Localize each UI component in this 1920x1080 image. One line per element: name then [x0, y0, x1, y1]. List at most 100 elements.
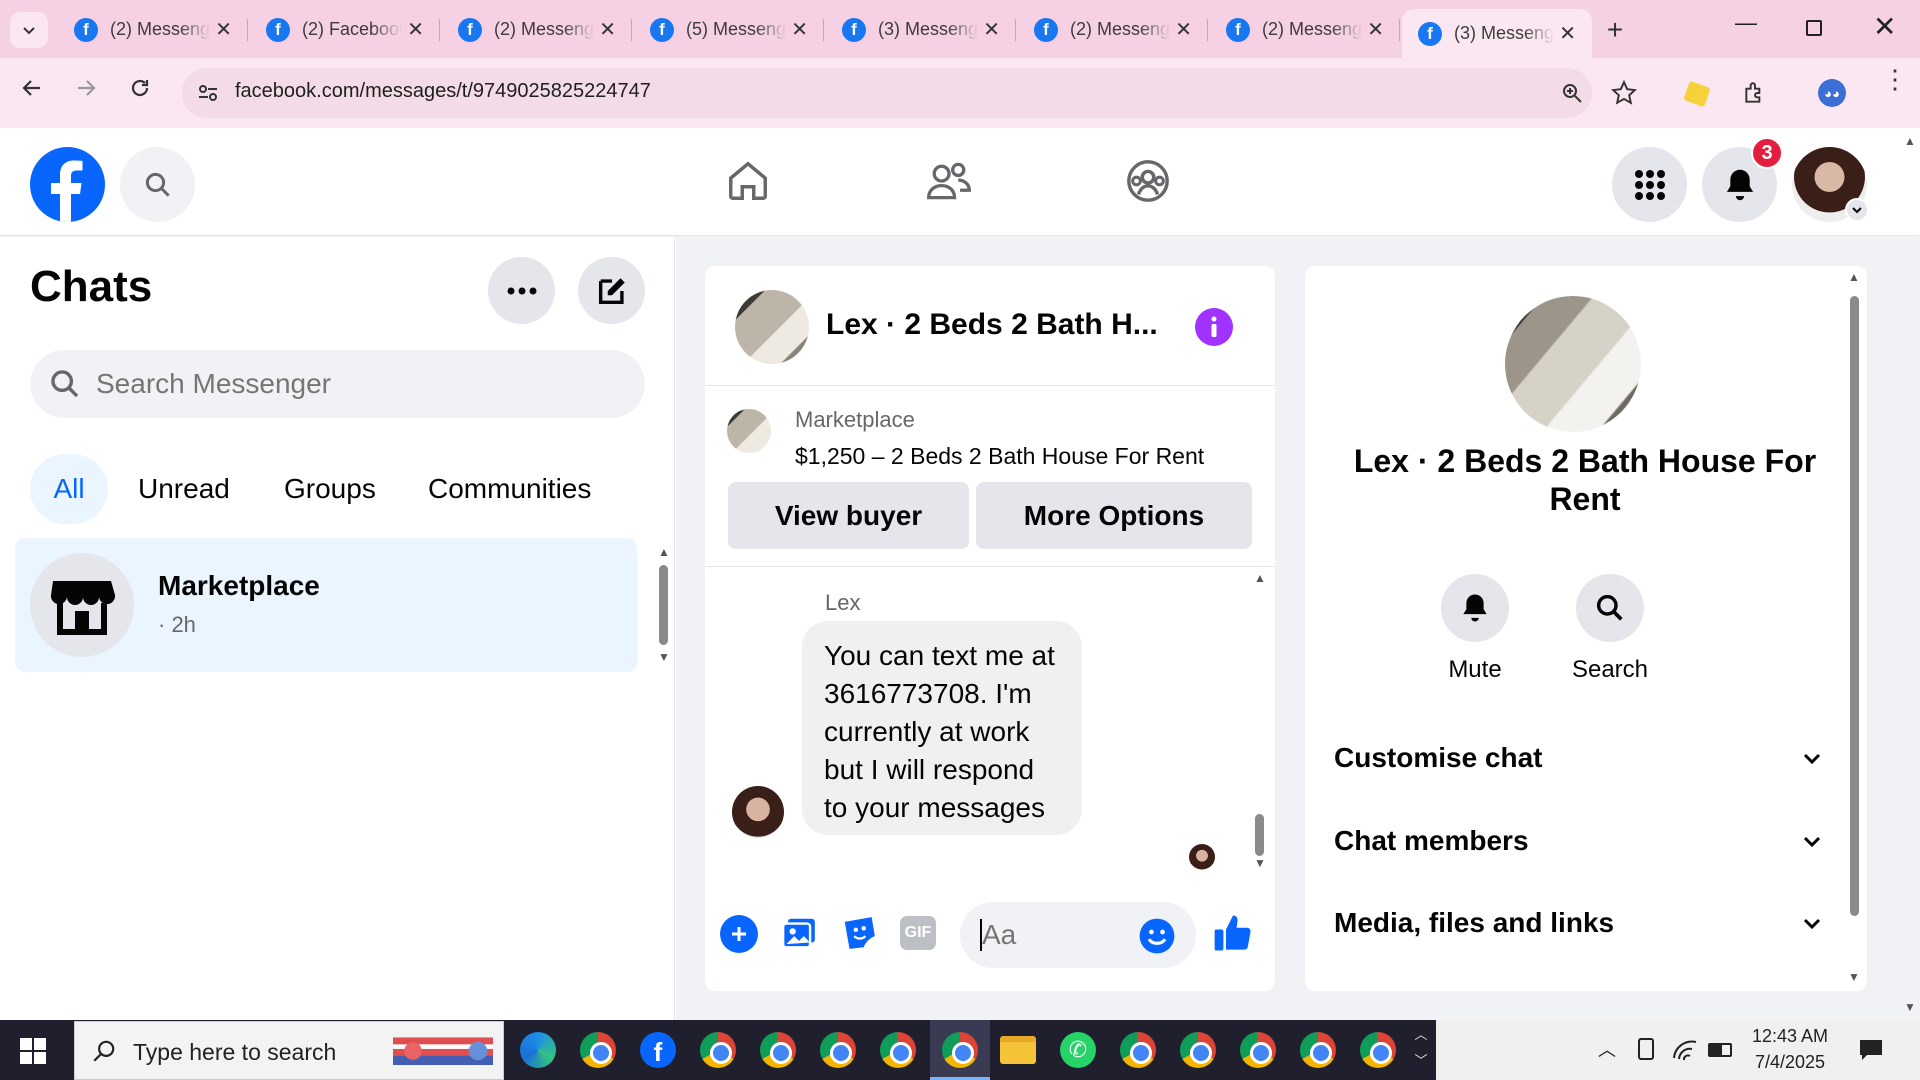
search-action[interactable]: Search [1560, 574, 1660, 684]
photo-icon[interactable] [780, 914, 818, 952]
device-icon[interactable] [1638, 1038, 1654, 1060]
notification-center-icon[interactable] [1858, 1038, 1884, 1062]
like-icon[interactable] [1212, 912, 1254, 954]
close-tab-icon[interactable]: ✕ [599, 17, 616, 42]
view-buyer-button[interactable]: View buyer [728, 482, 969, 549]
browser-menu-button[interactable]: ⋮ [1882, 66, 1908, 92]
filter-unread[interactable]: Unread [138, 454, 230, 524]
browser-tab[interactable]: f (2) Messenger✕ [1210, 11, 1400, 48]
extension-icon[interactable] [1683, 80, 1711, 108]
minimize-button[interactable]: — [1735, 10, 1757, 36]
page-scrollbar[interactable]: ▲ ▼ [1900, 130, 1920, 1020]
battery-icon[interactable] [1708, 1043, 1732, 1057]
details-scrollbar[interactable]: ▲ ▼ [1846, 270, 1862, 986]
account-chevron-button[interactable] [1845, 198, 1869, 222]
friends-nav-button[interactable] [925, 158, 973, 209]
filter-all[interactable]: All [30, 454, 108, 524]
edge-icon[interactable] [520, 1032, 556, 1068]
close-tab-icon[interactable]: ✕ [791, 17, 808, 42]
file-explorer-icon[interactable] [1000, 1036, 1036, 1064]
more-options-button[interactable]: More Options [976, 482, 1252, 549]
gif-button[interactable]: GIF [900, 916, 936, 950]
chat-list-scrollbar[interactable]: ▲ ▼ [656, 545, 670, 665]
filter-communities[interactable]: Communities [428, 454, 591, 524]
close-window-button[interactable]: ✕ [1873, 10, 1896, 43]
chrome-profile-icon[interactable] [942, 1032, 978, 1068]
taskbar-date[interactable]: 7/4/2025 [1750, 1052, 1830, 1073]
browser-tab[interactable]: f (2) Messenger✕ [442, 11, 632, 48]
chrome-profile-icon[interactable] [820, 1032, 856, 1068]
section-customise-chat[interactable]: Customise chat [1334, 733, 1824, 783]
bookmark-star-icon[interactable] [1611, 80, 1637, 106]
sender-avatar[interactable] [732, 786, 784, 838]
facebook-logo[interactable] [30, 147, 105, 222]
browser-tab[interactable]: f (3) Messenger✕ [826, 11, 1016, 48]
emoji-icon[interactable] [1138, 917, 1176, 955]
profile-icon[interactable]: ◕◕ [1818, 79, 1846, 107]
groups-nav-button[interactable] [1125, 158, 1171, 209]
message-bubble[interactable]: You can text me at 3616773708. I'm curre… [802, 621, 1082, 835]
section-media-files-links[interactable]: Media, files and links [1334, 898, 1824, 948]
forward-button[interactable] [74, 76, 98, 107]
chrome-profile-icon[interactable] [1120, 1032, 1156, 1068]
wifi-icon[interactable] [1672, 1038, 1698, 1062]
conversation-title[interactable]: Lex · 2 Beds 2 Bath H... [826, 308, 1158, 342]
zoom-icon[interactable] [1560, 81, 1584, 105]
search-messenger-field[interactable] [30, 350, 645, 418]
message-composer[interactable] [960, 902, 1196, 968]
message-input[interactable] [982, 916, 1132, 954]
whatsapp-icon[interactable]: ✆ [1060, 1032, 1096, 1068]
filter-groups[interactable]: Groups [284, 454, 376, 524]
add-attachment-button[interactable] [720, 915, 758, 953]
mute-action[interactable]: Mute [1430, 574, 1520, 684]
chrome-profile-icon[interactable] [1240, 1032, 1276, 1068]
puzzle-icon[interactable] [1742, 80, 1768, 106]
chat-list-item[interactable]: Marketplace · 2h [15, 538, 637, 672]
new-message-button[interactable] [578, 257, 645, 324]
chrome-profile-icon[interactable] [760, 1032, 796, 1068]
chrome-profile-icon[interactable] [1180, 1032, 1216, 1068]
taskbar-search-box[interactable]: Type here to search [74, 1021, 504, 1080]
listing-thumbnail[interactable] [727, 409, 771, 453]
address-bar[interactable]: facebook.com/messages/t/9749025825224747 [182, 68, 1592, 118]
details-avatar[interactable] [1505, 296, 1641, 432]
menu-button[interactable] [1612, 147, 1687, 222]
close-tab-icon[interactable]: ✕ [1559, 21, 1576, 46]
browser-tab[interactable]: f (2) Messenger✕ [1018, 11, 1208, 48]
close-tab-icon[interactable]: ✕ [983, 17, 1000, 42]
back-button[interactable] [20, 76, 44, 107]
browser-tab[interactable]: f (3) Messenger✕ [1402, 9, 1592, 58]
chats-options-button[interactable] [488, 257, 555, 324]
windows-start-icon[interactable] [20, 1038, 46, 1064]
chrome-profile-icon[interactable] [700, 1032, 736, 1068]
chrome-profile-icon[interactable] [1300, 1032, 1336, 1068]
taskbar-time[interactable]: 12:43 AM [1750, 1026, 1830, 1047]
browser-tab[interactable]: f (5) Messenger✕ [634, 11, 824, 48]
close-tab-icon[interactable]: ✕ [407, 17, 424, 42]
browser-tab[interactable]: f (2) Facebook ✕ [250, 11, 440, 48]
chrome-icon[interactable] [580, 1032, 616, 1068]
search-messenger-input[interactable] [96, 364, 616, 404]
restore-button[interactable] [1806, 20, 1822, 36]
close-tab-icon[interactable]: ✕ [1367, 17, 1384, 42]
sticker-icon[interactable] [840, 914, 878, 952]
tab-search-button[interactable] [10, 12, 48, 48]
browser-tab[interactable]: f (2) Messenger✕ [58, 11, 248, 48]
facebook-app-icon[interactable]: f [640, 1032, 676, 1068]
reload-button[interactable] [128, 76, 152, 107]
conversation-info-button[interactable] [1195, 308, 1233, 346]
message-scrollbar[interactable]: ▲ ▼ [1252, 571, 1268, 871]
home-nav-button[interactable] [725, 158, 771, 209]
chrome-profile-icon[interactable] [880, 1032, 916, 1068]
new-tab-button[interactable]: + [1600, 14, 1630, 46]
close-tab-icon[interactable]: ✕ [215, 17, 232, 42]
section-chat-members[interactable]: Chat members [1334, 816, 1824, 866]
site-settings-icon[interactable] [196, 81, 220, 105]
listing-title[interactable]: $1,250 – 2 Beds 2 Bath House For Rent [795, 443, 1204, 470]
chrome-profile-icon[interactable] [1360, 1032, 1396, 1068]
taskbar-scroll[interactable]: ︿ ﹀ [1410, 1022, 1432, 1078]
show-hidden-icons-button[interactable]: ︿ [1598, 1036, 1616, 1062]
conversation-avatar[interactable] [735, 290, 809, 364]
fb-search-button[interactable] [120, 147, 195, 222]
close-tab-icon[interactable]: ✕ [1175, 17, 1192, 42]
